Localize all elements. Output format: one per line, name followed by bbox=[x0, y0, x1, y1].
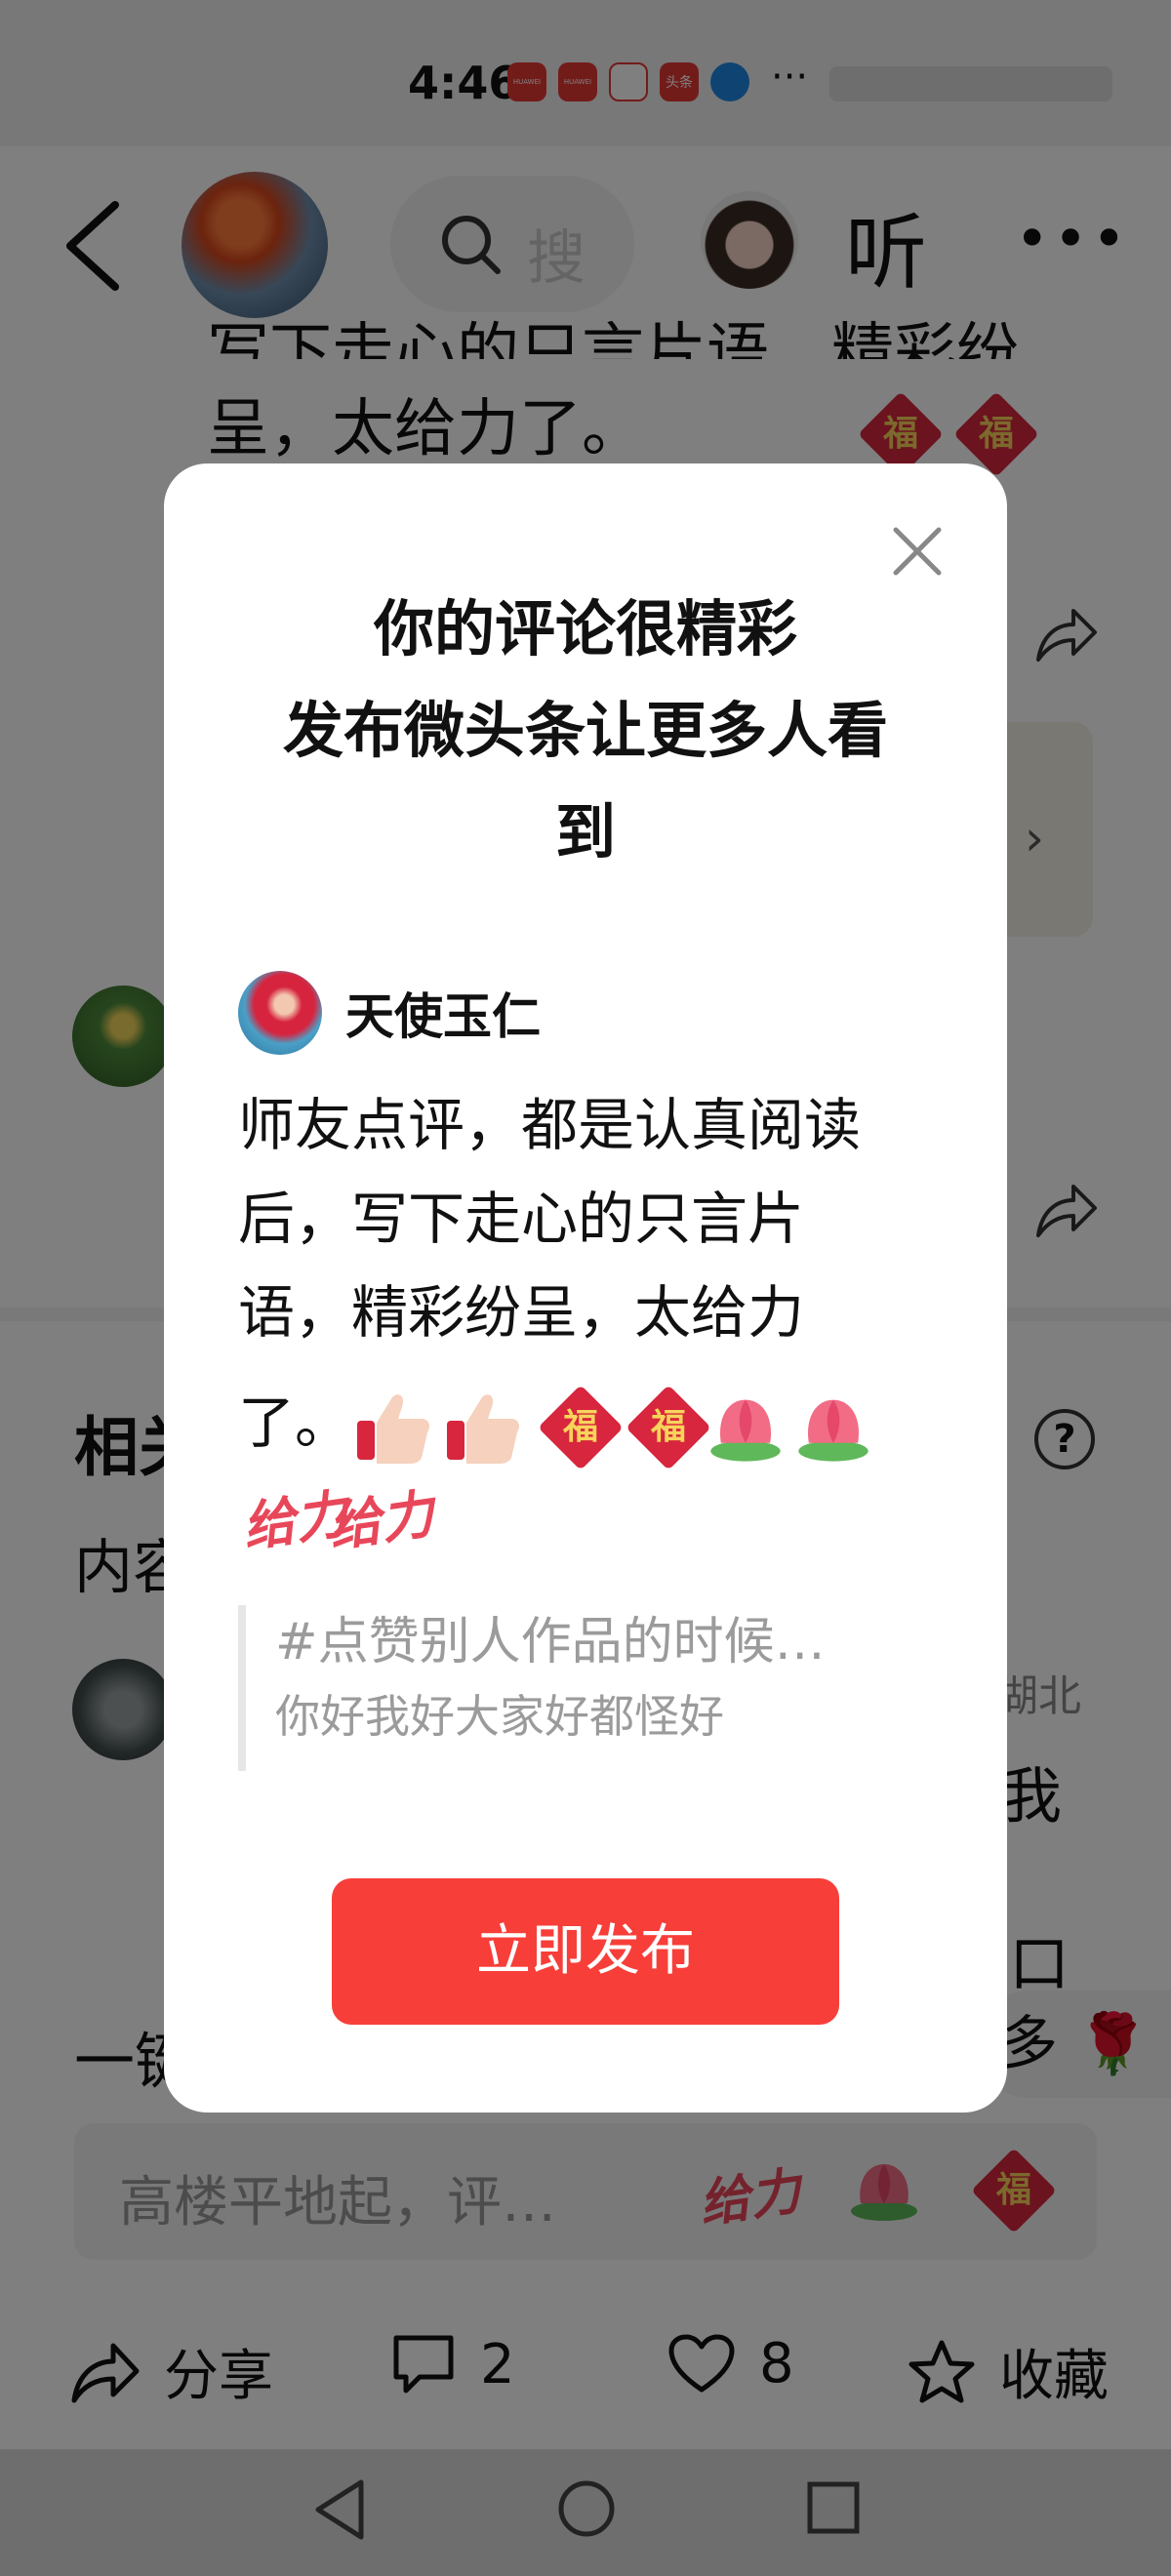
fu-sticker-icon: 福 bbox=[538, 1385, 624, 1470]
comment-emoji-row: 了。 福 福 给力 给力 bbox=[238, 1376, 941, 1558]
nav-recents-icon[interactable] bbox=[806, 2478, 861, 2537]
thumbs-up-icon bbox=[447, 1394, 519, 1464]
nav-back-icon[interactable] bbox=[310, 2478, 369, 2541]
geili-sticker-icon: 给力 bbox=[324, 1481, 438, 1559]
topic-quote[interactable]: #点赞别人作品的时候… 你好我好大家好都怪好 bbox=[238, 1605, 921, 1771]
dialog-title: 你的评论很精彩 发布微头条让更多人看 到 bbox=[282, 593, 888, 867]
tulip-icon bbox=[798, 1399, 868, 1462]
comment-text: 了。 bbox=[238, 1389, 352, 1456]
topic-subtitle: 你好我好大家好都怪好 bbox=[275, 1690, 724, 1743]
nav-home-icon[interactable] bbox=[556, 2478, 617, 2539]
tulip-icon bbox=[710, 1399, 781, 1462]
close-button[interactable] bbox=[886, 520, 949, 583]
comment-text: 师友点评，都是认真阅读 后，写下走心的只言片 语，精彩纷呈，太给力 bbox=[238, 1092, 862, 1346]
avatar bbox=[238, 971, 322, 1055]
topic-title: #点赞别人作品的时候… bbox=[275, 1613, 826, 1671]
close-icon bbox=[893, 527, 942, 576]
comment-author: 天使玉仁 bbox=[238, 971, 541, 1055]
publish-dialog: 你的评论很精彩 发布微头条让更多人看 到 天使玉仁 师友点评，都是认真阅读 后，… bbox=[164, 463, 1007, 2113]
publish-button[interactable]: 立即发布 bbox=[332, 1878, 839, 2025]
fu-sticker-icon: 福 bbox=[626, 1385, 711, 1470]
thumbs-up-icon bbox=[357, 1394, 429, 1464]
author-name: 天使玉仁 bbox=[345, 988, 541, 1045]
